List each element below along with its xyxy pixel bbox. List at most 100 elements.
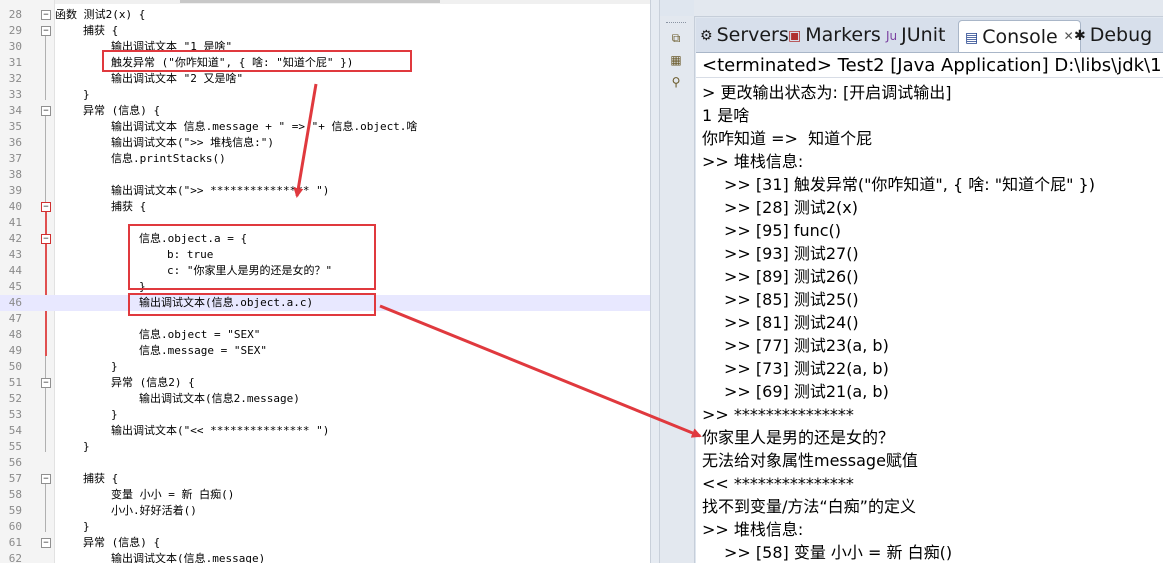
console-view[interactable]: <terminated> Test2 [Java Application] D:… [696,53,1163,563]
line-number: 36 [8,136,22,149]
code-line[interactable]: 40 − 捕获 { [0,199,650,215]
tab-label: JUnit [901,24,946,46]
drag-grip[interactable] [666,22,686,27]
code-line[interactable]: 49 信息.message = "SEX" [0,343,650,359]
fold-toggle-icon[interactable]: − [41,106,51,116]
code-line[interactable]: 32 输出调试文本 "2 又是啥" [0,71,650,87]
line-number: 56 [8,456,22,469]
line-number: 42 [8,232,22,245]
code-text: 变量 小小 = 新 白痴() [111,488,235,501]
tab-markers[interactable]: ▣ Markers [788,20,881,50]
code-line[interactable]: 35 输出调试文本 信息.message + " => "+ 信息.object.… [0,119,650,135]
tab-label: Servers [716,24,789,46]
code-editor[interactable]: 28− 函数 测试2(x) {29− 捕获 {30 输出调试文本 "1 是啥" 31 触发… [0,0,650,563]
line-number: 53 [8,408,22,421]
code-line[interactable]: 60} [0,519,650,535]
code-line[interactable]: 39 输出调试文本(">> *************** ") [0,183,650,199]
code-line[interactable]: 58 变量 小小 = 新 白痴() [0,487,650,503]
code-line[interactable]: 29 − 捕获 { [0,23,650,39]
code-text: 信息.printStacks() [111,152,226,165]
code-line[interactable]: 56 [0,455,650,471]
line-number: 46 [8,296,22,309]
fold-toggle-icon[interactable]: − [41,234,51,244]
line-number: 37 [8,152,22,165]
console-line: 找不到变量/方法“白痴”的定义 [702,497,916,516]
hierarchy-icon[interactable]: ⚲ [668,74,684,90]
line-number: 57 [8,472,22,485]
line-number: 39 [8,184,22,197]
code-line[interactable]: 28 − 函数 测试2(x) { [0,7,650,23]
fold-toggle-icon[interactable]: − [41,474,51,484]
code-text: 异常 (信息) { [83,536,161,549]
view-tab-bar: ⚙ Servers ▣ Markers Ju JUnit ▤ Console ✕ ✱ Debug [696,18,1163,53]
line-number: 32 [8,72,22,85]
console-line: 无法给对象属性message赋值 [702,451,918,470]
code-text: 输出调试文本(">> *************** ") [111,184,330,197]
code-line[interactable]: 51 − 异常 (信息2) { [0,375,650,391]
console-icon: ▤ [965,30,979,46]
tab-debug[interactable]: ✱ Debug [1074,20,1152,50]
restore-icon[interactable]: ⧉ [668,30,684,46]
annotation-box-object-assign [128,224,376,290]
horizontal-scrollbar[interactable] [0,0,650,4]
markers-icon: ▣ [788,28,802,44]
code-text: 信息.object = "SEX" [139,328,261,341]
fold-toggle-icon[interactable]: − [41,202,51,212]
code-text: } [83,440,90,453]
console-line: >> [73] 测试22(a, b) [724,359,889,378]
code-text: 输出调试文本(信息2.message) [139,392,300,405]
code-line[interactable]: 59 小小.好好活着() [0,503,650,519]
console-line: >> [93] 测试27() [724,244,859,263]
tab-servers[interactable]: ⚙ Servers [700,20,789,50]
console-line: 1 是啥 [702,106,750,125]
code-line[interactable]: 57 − 捕获 { [0,471,650,487]
line-number: 55 [8,440,22,453]
code-line[interactable]: 34 − 异常 (信息) { [0,103,650,119]
toolbar-strip [694,0,1163,17]
fold-toggle-icon[interactable]: − [41,378,51,388]
code-line[interactable]: 62 输出调试文本(信息.message) [0,551,650,563]
fold-toggle-icon[interactable]: − [41,538,51,548]
console-line: >> 堆栈信息: [702,520,804,539]
line-number: 50 [8,360,22,373]
console-line: >> [28] 测试2(x) [724,198,858,217]
code-text: 捕获 { [83,24,119,37]
line-number: 31 [8,56,22,69]
fold-toggle-icon[interactable]: − [41,10,51,20]
pane-divider[interactable] [650,0,660,563]
package-explorer-icon[interactable]: ▦ [668,52,684,68]
code-line[interactable]: 37 信息.printStacks() [0,151,650,167]
code-text: 异常 (信息2) { [111,376,195,389]
code-line[interactable]: 54 输出调试文本("<< *************** ") [0,423,650,439]
code-line[interactable]: 38 [0,167,650,183]
console-line: << *************** [702,474,854,493]
line-number: 45 [8,280,22,293]
code-line[interactable]: 48 信息.object = "SEX" [0,327,650,343]
code-line[interactable]: 36 输出调试文本(">> 堆栈信息:") [0,135,650,151]
servers-icon: ⚙ [700,28,713,44]
tab-junit[interactable]: Ju JUnit [886,20,945,50]
annotation-box-throw [102,50,412,72]
line-number: 62 [8,552,22,563]
line-number: 61 [8,536,22,549]
code-text: } [83,520,90,533]
code-line[interactable]: 55} [0,439,650,455]
console-line: >> [95] func() [724,221,842,240]
line-number: 48 [8,328,22,341]
tab-console[interactable]: ▤ Console ✕ [958,20,1081,52]
line-number: 41 [8,216,22,229]
line-number: 29 [8,24,22,37]
console-line: >> [77] 测试23(a, b) [724,336,889,355]
code-line[interactable]: 33} [0,87,650,103]
code-line[interactable]: 61 − 异常 (信息) { [0,535,650,551]
close-icon[interactable]: ✕ [1064,29,1074,43]
scrollbar-thumb[interactable] [180,0,440,3]
code-line[interactable]: 52 输出调试文本(信息2.message) [0,391,650,407]
code-line[interactable]: 50} [0,359,650,375]
code-line[interactable]: 53} [0,407,650,423]
line-number: 51 [8,376,22,389]
console-line: >> [81] 测试24() [724,313,859,332]
fold-toggle-icon[interactable]: − [41,26,51,36]
line-number: 40 [8,200,22,213]
line-number: 49 [8,344,22,357]
